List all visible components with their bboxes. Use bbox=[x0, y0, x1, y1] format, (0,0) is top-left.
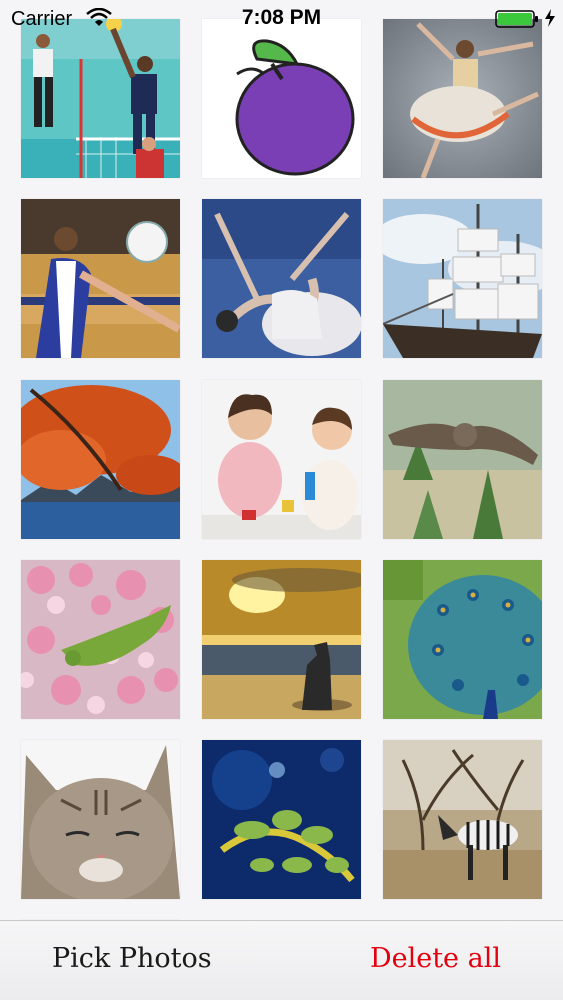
bottom-toolbar: Pick Photos Delete all bbox=[0, 920, 563, 1000]
battery-icon bbox=[495, 10, 538, 28]
photo-babies-playing[interactable] bbox=[202, 380, 361, 539]
photo-grid bbox=[0, 0, 563, 920]
photo-dog-sunset[interactable] bbox=[202, 560, 361, 719]
charging-icon bbox=[545, 9, 555, 27]
photo-volleyball-spike[interactable] bbox=[21, 19, 180, 178]
photo-dancer-pose[interactable] bbox=[202, 199, 361, 358]
photo-bird-blossoms[interactable] bbox=[21, 560, 180, 719]
photo-autumn-lake[interactable] bbox=[21, 380, 180, 539]
status-bar: Carrier 7:08 PM bbox=[0, 0, 563, 40]
photo-zebra[interactable] bbox=[383, 740, 542, 899]
photo-tall-ship[interactable] bbox=[383, 199, 542, 358]
photo-plum-drawing[interactable] bbox=[202, 19, 361, 178]
clock-time: 7:08 PM bbox=[241, 6, 322, 29]
photo-owl-flying[interactable] bbox=[383, 380, 542, 539]
photo-ballerina-leap[interactable] bbox=[383, 19, 542, 178]
pick-photos-button[interactable]: Pick Photos bbox=[52, 943, 212, 974]
photo-sea-dragon[interactable] bbox=[202, 740, 361, 899]
photo-volleyball-dig[interactable] bbox=[21, 199, 180, 358]
photo-tabby-cat[interactable] bbox=[21, 740, 180, 899]
delete-all-button[interactable]: Delete all bbox=[370, 943, 501, 974]
photo-peacock[interactable] bbox=[383, 560, 542, 719]
battery-level bbox=[498, 13, 532, 25]
